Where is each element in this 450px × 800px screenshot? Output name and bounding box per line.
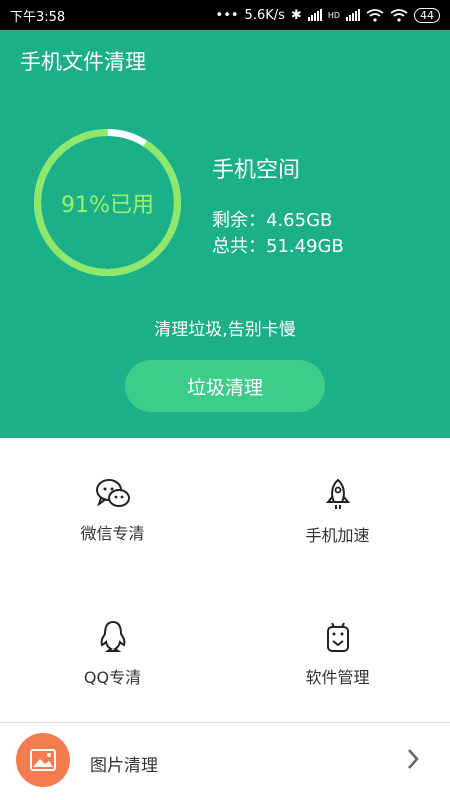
- feature-speedup[interactable]: 手机加速: [225, 478, 450, 546]
- bluetooth-icon: ✱: [290, 7, 302, 23]
- feature-wechat-label: 微信专清: [80, 524, 145, 543]
- status-icons: ••• 5.6K/s ✱ HD 44: [215, 7, 440, 23]
- feature-wechat-clean[interactable]: 微信专清: [0, 478, 225, 544]
- more-dots-icon: •••: [215, 7, 239, 23]
- usage-percent: 91%已用: [61, 192, 154, 218]
- rocket-icon: [325, 478, 350, 509]
- storage-info: 手机空间 剩余：4.65GB 总共：51.49GB: [212, 152, 344, 260]
- hd-badge: HD: [327, 10, 340, 20]
- image-icon: [30, 749, 56, 771]
- chevron-right-icon: [408, 749, 419, 769]
- feature-qq-clean[interactable]: QQ专清: [0, 620, 225, 688]
- junk-clean-button[interactable]: 垃圾清理: [125, 360, 325, 412]
- status-bar: 下午3:58 ••• 5.6K/s ✱ HD 44: [0, 0, 450, 30]
- wechat-icon: [95, 479, 130, 507]
- qq-icon: [100, 620, 125, 652]
- signal-icon-2: [346, 9, 360, 21]
- signal-icon: [307, 9, 322, 21]
- battery-icon: 44: [414, 7, 440, 23]
- photo-clean-row[interactable]: 图片清理: [0, 723, 450, 800]
- storage-total: 总共：51.49GB: [212, 236, 344, 257]
- status-time: 下午3:58: [10, 9, 66, 25]
- storage-title: 手机空间: [212, 158, 301, 183]
- storage-remaining: 剩余：4.65GB: [212, 210, 333, 231]
- wifi-icon-2: [390, 8, 408, 22]
- header-panel: 手机文件清理 91%已用 手机空间 剩余：4.65GB 总共：51.49GB 清…: [0, 30, 450, 438]
- wifi-icon: [366, 8, 384, 22]
- page-title: 手机文件清理: [20, 50, 146, 74]
- feature-speedup-label: 手机加速: [305, 526, 370, 545]
- slogan: 清理垃圾,告别卡慢: [154, 320, 296, 340]
- android-icon: [326, 622, 349, 652]
- feature-app-manager[interactable]: 软件管理: [225, 620, 450, 688]
- net-speed: 5.6K/s: [244, 7, 285, 23]
- feature-app-manager-label: 软件管理: [305, 668, 370, 687]
- feature-qq-label: QQ专清: [83, 668, 142, 687]
- photo-avatar: [16, 733, 70, 787]
- photo-clean-label: 图片清理: [90, 756, 158, 776]
